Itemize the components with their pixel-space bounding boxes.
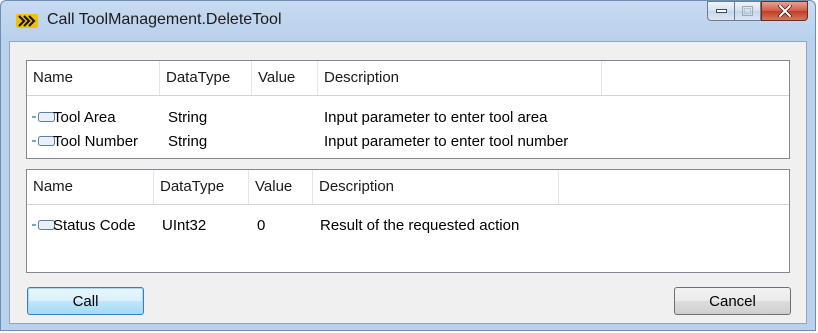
title-bar[interactable]: Call ToolManagement.DeleteTool	[1, 1, 815, 41]
cancel-button[interactable]: Cancel	[674, 287, 791, 315]
minimize-button[interactable]	[707, 1, 734, 21]
column-header-datatype[interactable]: DataType	[154, 170, 249, 204]
window-title: Call ToolManagement.DeleteTool	[47, 11, 282, 28]
row-datatype: UInt32	[162, 217, 207, 234]
row-description: Input parameter to enter tool area	[324, 109, 548, 126]
column-header-name[interactable]: Name	[27, 170, 154, 204]
minimize-icon	[715, 8, 727, 13]
uaexpert-app-icon	[16, 14, 38, 28]
column-header-description[interactable]: Description	[313, 170, 559, 204]
column-header-name[interactable]: Name	[27, 61, 160, 95]
row-value: 0	[257, 217, 266, 234]
column-header-value[interactable]: Value	[249, 170, 313, 204]
row-datatype: String	[168, 133, 208, 150]
row-name: Tool Number	[53, 133, 139, 150]
input-arguments-table[interactable]: Name DataType Value Description Tool Are…	[26, 60, 790, 159]
column-header-description[interactable]: Description	[318, 61, 602, 95]
table-header: Name DataType Value Description	[27, 170, 789, 205]
column-header-value[interactable]: Value	[252, 61, 318, 95]
row-name: Tool Area	[53, 109, 116, 126]
table-row[interactable]: Status Code UInt32 0 Result of the reque…	[27, 215, 789, 236]
row-description: Result of the requested action	[320, 217, 520, 234]
dialog-body: Name DataType Value Description Tool Are…	[9, 41, 807, 324]
row-name: Status Code	[53, 217, 136, 234]
close-icon	[777, 5, 792, 17]
table-row[interactable]: Tool Number String Input parameter to en…	[27, 131, 789, 152]
method-call-dialog: Call ToolManagement.DeleteTool Name Data…	[0, 0, 816, 331]
column-header-datatype[interactable]: DataType	[160, 61, 252, 95]
row-datatype: String	[168, 109, 208, 126]
call-button[interactable]: Call	[27, 287, 144, 315]
maximize-button[interactable]	[734, 1, 761, 21]
close-button[interactable]	[761, 1, 808, 21]
maximize-icon	[742, 6, 753, 16]
row-description: Input parameter to enter tool number	[324, 133, 569, 150]
table-row[interactable]: Tool Area String Input parameter to ente…	[27, 107, 789, 128]
table-header: Name DataType Value Description	[27, 61, 789, 96]
output-arguments-table[interactable]: Name DataType Value Description Status C…	[26, 169, 790, 273]
caption-buttons	[707, 1, 808, 21]
